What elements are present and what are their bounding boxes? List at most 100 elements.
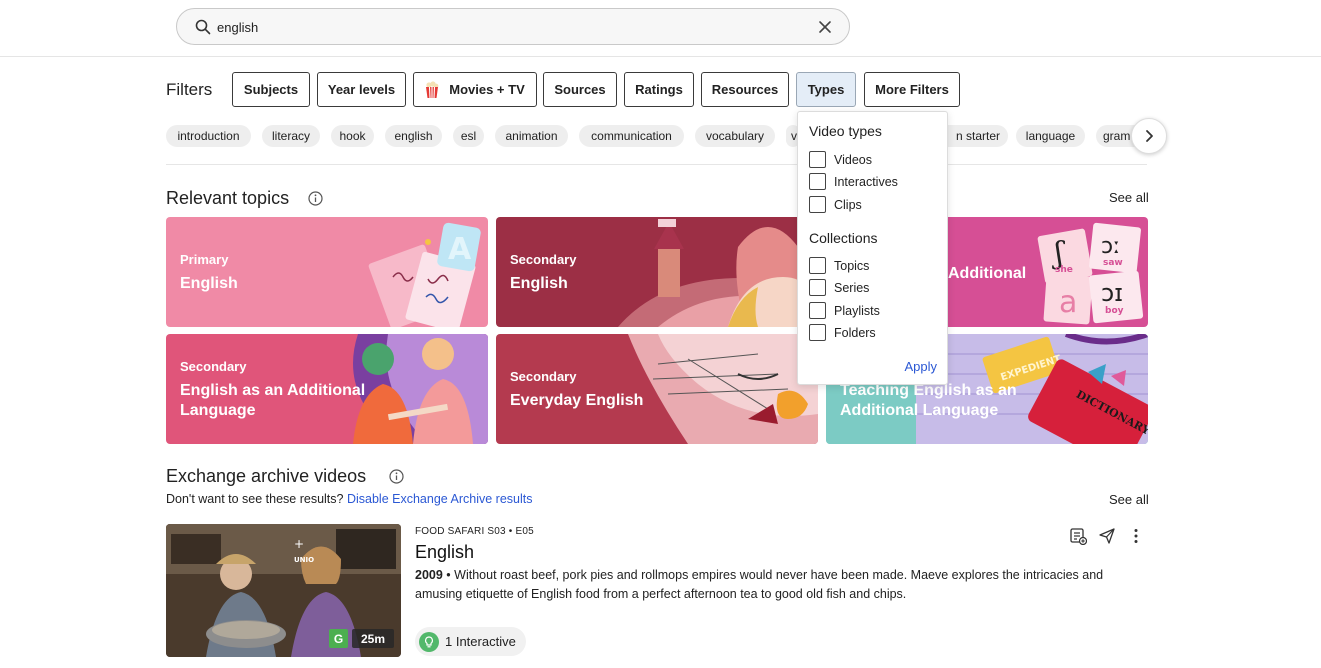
option-label: Videos <box>834 152 872 167</box>
topic-card-primary-english[interactable]: A Primary English <box>166 217 488 327</box>
top-bar <box>0 0 1321 57</box>
checkbox[interactable] <box>809 302 826 319</box>
option-series[interactable]: Series <box>809 279 869 296</box>
option-label: Interactives <box>834 174 898 189</box>
option-interactives[interactable]: Interactives <box>809 173 898 190</box>
video-types-heading: Video types <box>809 123 882 139</box>
exchange-note: Don't want to see these results? Disable… <box>166 492 532 506</box>
tag-conversation-starter[interactable]: n starter <box>948 125 1008 147</box>
apply-button[interactable]: Apply <box>904 359 937 374</box>
video-title[interactable]: English <box>415 542 474 563</box>
types-dropdown: Video types Videos Interactives Clips Co… <box>797 111 948 385</box>
filter-movies-tv-button[interactable]: Movies + TV <box>413 72 537 107</box>
search-input[interactable] <box>217 17 777 37</box>
exchange-see-all-link[interactable]: See all <box>1109 492 1149 507</box>
option-label: Series <box>834 280 870 295</box>
svg-text:+: + <box>294 537 304 551</box>
card-name: English as an Additional Language <box>180 382 366 419</box>
bullet-separator: • <box>446 568 451 582</box>
interactive-count-pill[interactable]: 1 Interactive <box>415 627 526 656</box>
tags-next-button[interactable] <box>1131 118 1167 154</box>
duration-badge: 25m <box>352 629 394 648</box>
interactive-count-label: 1 Interactive <box>445 634 516 649</box>
card-name: Additional <box>948 265 1027 282</box>
art-word-boy: boy <box>1105 306 1124 316</box>
svg-text:UNIO: UNIO <box>294 556 314 564</box>
card-kicker: Secondary <box>180 359 247 374</box>
more-options-icon[interactable] <box>1127 527 1145 545</box>
option-clips[interactable]: Clips <box>809 196 862 213</box>
add-to-playlist-icon[interactable] <box>1069 527 1087 545</box>
filters-label: Filters <box>166 80 213 99</box>
filter-ratings-button[interactable]: Ratings <box>624 72 694 107</box>
filter-movies-tv-label: Movies + TV <box>449 82 525 97</box>
filter-sources-button[interactable]: Sources <box>543 72 617 107</box>
tag-language[interactable]: language <box>1016 125 1085 147</box>
option-label: Folders <box>834 325 876 340</box>
search-icon <box>195 19 211 35</box>
chevron-right-icon <box>1146 130 1153 142</box>
topic-card-everyday-english[interactable]: Secondary Everyday English <box>496 334 818 444</box>
card-name: English <box>180 275 238 292</box>
video-description-text: Without roast beef, pork pies and rollmo… <box>415 568 1104 601</box>
tag-communication[interactable]: communication <box>579 125 684 147</box>
card-kicker: Primary <box>180 252 229 267</box>
tag-english[interactable]: english <box>385 125 442 147</box>
video-thumbnail[interactable]: UNIO + G 25m <box>166 524 401 657</box>
option-videos[interactable]: Videos <box>809 151 872 168</box>
tag-introduction[interactable]: introduction <box>166 125 251 147</box>
tag-grammar[interactable]: gram <box>1096 125 1136 147</box>
svg-text:A: A <box>448 232 472 267</box>
divider <box>166 164 1147 165</box>
filter-subjects-button[interactable]: Subjects <box>232 72 310 107</box>
svg-text:a: a <box>1059 285 1077 320</box>
filter-year-levels-button[interactable]: Year levels <box>317 72 406 107</box>
tag-vocabulary[interactable]: vocabulary <box>695 125 775 147</box>
checkbox[interactable] <box>809 257 826 274</box>
option-label: Topics <box>834 258 870 273</box>
option-folders[interactable]: Folders <box>809 324 876 341</box>
video-description: 2009 • Without roast beef, pork pies and… <box>415 566 1140 604</box>
option-label: Playlists <box>834 303 880 318</box>
option-label: Clips <box>834 197 862 212</box>
clear-search-icon[interactable] <box>817 19 833 35</box>
collections-heading: Collections <box>809 230 878 246</box>
note-text: Don't want to see these results? <box>166 492 344 506</box>
book-illustration: A <box>368 222 481 327</box>
relevant-topics-title: Relevant topics <box>166 188 290 208</box>
castle-illustration <box>618 219 818 327</box>
video-year: 2009 <box>415 568 443 582</box>
filter-resources-button[interactable]: Resources <box>701 72 789 107</box>
card-name: Teaching English as an Additional Langua… <box>840 382 1017 419</box>
option-playlists[interactable]: Playlists <box>809 302 880 319</box>
svg-text:ɔː: ɔː <box>1101 234 1121 259</box>
tag-hook[interactable]: hook <box>331 125 374 147</box>
checkbox[interactable] <box>809 173 826 190</box>
topic-card-secondary-eal[interactable]: Secondary English as an Additional Langu… <box>166 334 488 444</box>
rating-badge: G <box>329 629 348 648</box>
tag-esl[interactable]: esl <box>453 125 484 147</box>
exchange-archive-title: Exchange archive videos <box>166 466 367 486</box>
card-name: Everyday English <box>510 392 644 409</box>
search-bar[interactable] <box>176 8 850 45</box>
checkbox[interactable] <box>809 324 826 341</box>
card-kicker: Secondary <box>510 252 577 267</box>
info-icon[interactable] <box>308 191 323 206</box>
map-illustration <box>628 334 818 444</box>
checkbox[interactable] <box>809 151 826 168</box>
topic-card-secondary-english[interactable]: Secondary English <box>496 217 818 327</box>
card-name: English <box>510 275 568 292</box>
share-icon[interactable] <box>1098 527 1116 545</box>
tag-literacy[interactable]: literacy <box>262 125 320 147</box>
lightbulb-icon <box>419 631 439 652</box>
filter-types-button[interactable]: Types <box>796 72 856 107</box>
disable-exchange-link[interactable]: Disable Exchange Archive results <box>347 492 533 506</box>
checkbox[interactable] <box>809 279 826 296</box>
topics-see-all-link[interactable]: See all <box>1109 190 1149 205</box>
video-series-meta: FOOD SAFARI S03 • E05 <box>415 526 534 537</box>
info-icon[interactable] <box>389 469 404 484</box>
more-filters-button[interactable]: More Filters <box>864 72 960 107</box>
checkbox[interactable] <box>809 196 826 213</box>
tag-animation[interactable]: animation <box>495 125 568 147</box>
option-topics[interactable]: Topics <box>809 257 869 274</box>
